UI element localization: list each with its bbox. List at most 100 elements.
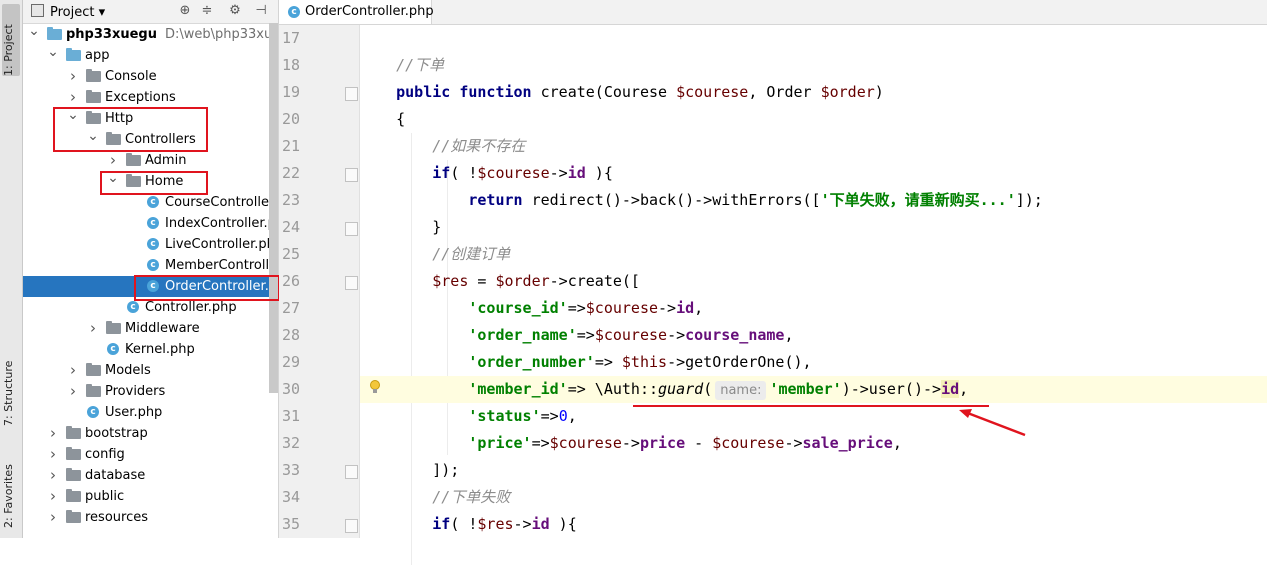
project-tool-tab[interactable]: 1: Project	[2, 4, 20, 76]
line-number: 19	[281, 83, 300, 101]
tree-item[interactable]: › config	[23, 444, 278, 465]
tree-item[interactable]: c CourseController.php	[23, 192, 278, 213]
code-line[interactable]: ]);	[360, 457, 1267, 484]
tree-item[interactable]: › public	[23, 486, 278, 507]
chevron-right-icon[interactable]: ›	[67, 381, 79, 401]
locate-icon[interactable]: ⊕	[177, 2, 193, 20]
tree-item[interactable]: › Middleware	[23, 318, 278, 339]
chevron-right-icon[interactable]: ›	[87, 318, 99, 338]
tree-item[interactable]: › Providers	[23, 381, 278, 402]
tree-item[interactable]: › resources	[23, 507, 278, 528]
code-line[interactable]: 'member_id'=> \Auth::guard(name:'member'…	[360, 376, 1267, 403]
code-token: if	[432, 515, 451, 533]
tree-item[interactable]: c IndexController.php	[23, 213, 278, 234]
tree-item[interactable]: › bootstrap	[23, 423, 278, 444]
folder-icon	[106, 321, 121, 334]
lightbulb-icon[interactable]	[369, 380, 381, 394]
code-line[interactable]: {	[360, 106, 1267, 133]
code-token: 'course_id'	[468, 299, 568, 317]
line-number: 28	[281, 326, 300, 344]
line-number: 31	[281, 407, 300, 425]
code-line[interactable]: if( !$courese->id ){	[360, 160, 1267, 187]
tree-item-label: app	[85, 48, 110, 63]
code-token: //下单失败	[432, 488, 511, 506]
code-line[interactable]: 'order_number'=> $this->getOrderOne(),	[360, 349, 1267, 376]
tree-item-label: Providers	[105, 384, 166, 399]
code-token: id	[567, 164, 586, 182]
fold-marker-icon[interactable]	[345, 276, 358, 290]
chevron-right-icon[interactable]: ›	[107, 150, 119, 170]
annotation-box-home	[100, 171, 208, 195]
line-number: 23	[281, 191, 300, 209]
code-editor[interactable]: //下单 public function create(Courese $cou…	[360, 25, 1267, 565]
tree-item-label: public	[85, 489, 125, 504]
tree-item[interactable]: c Kernel.php	[23, 339, 278, 360]
code-line[interactable]: //下单失败	[360, 484, 1267, 511]
code-line[interactable]: 'price'=>$courese->price - $courese->sal…	[360, 430, 1267, 457]
project-path: D:\web\php33xuegu	[164, 27, 278, 42]
tree-item[interactable]: › Admin	[23, 150, 278, 171]
code-line[interactable]: //如果不存在	[360, 133, 1267, 160]
code-line[interactable]: 'order_name'=>$courese->course_name,	[360, 322, 1267, 349]
line-number: 18	[281, 56, 300, 74]
tree-item[interactable]: › database	[23, 465, 278, 486]
tree-item-label: database	[85, 468, 146, 483]
chevron-right-icon[interactable]: ›	[67, 360, 79, 380]
code-line[interactable]: return redirect()->back()->withErrors(['…	[360, 187, 1267, 214]
project-view-selector[interactable]: Project ▾	[31, 4, 105, 20]
favorites-tool-tab[interactable]: 2: Favorites	[2, 458, 20, 528]
chevron-right-icon[interactable]: ›	[67, 87, 79, 107]
chevron-right-icon[interactable]: ›	[47, 486, 59, 506]
hide-panel-icon[interactable]: ⊣	[253, 2, 269, 20]
editor-tab-bar: c OrderController.php	[279, 0, 1267, 25]
chevron-right-icon[interactable]: ›	[47, 507, 59, 527]
annotation-arrow	[959, 409, 1026, 437]
tree-item[interactable]: › Console	[23, 66, 278, 87]
tab-ordercontroller[interactable]: c OrderController.php	[279, 0, 434, 24]
code-token: 'price'	[468, 434, 532, 452]
code-token: 'order_name'	[468, 326, 577, 344]
tree-item[interactable]: › Exceptions	[23, 87, 278, 108]
chevron-right-icon[interactable]: ›	[67, 66, 79, 86]
code-token: $courese	[549, 434, 622, 452]
line-number: 17	[281, 29, 300, 47]
chevron-right-icon[interactable]: ›	[47, 423, 59, 443]
code-line[interactable]: 'course_id'=>$courese->id,	[360, 295, 1267, 322]
code-token: $res	[477, 515, 514, 533]
collapse-all-icon[interactable]: ≑	[199, 2, 215, 20]
fold-marker-icon[interactable]	[345, 222, 358, 236]
php-class-icon: c	[147, 259, 159, 271]
tree-item-label: MemberController.php	[165, 258, 278, 273]
code-line[interactable]: $res = $order->create([	[360, 268, 1267, 295]
code-line[interactable]: //创建订单	[360, 241, 1267, 268]
tree-item-label: Models	[105, 363, 151, 378]
code-token: price	[639, 434, 686, 452]
chevron-down-icon[interactable]: ⌄	[28, 24, 40, 38]
chevron-right-icon[interactable]: ›	[47, 444, 59, 464]
code-line[interactable]: //下单	[360, 52, 1267, 79]
tree-item[interactable]: c User.php	[23, 402, 278, 423]
line-number: 30	[281, 380, 300, 398]
code-line[interactable]: if( !$res->id ){	[360, 511, 1267, 538]
chevron-right-icon[interactable]: ›	[47, 465, 59, 485]
code-line[interactable]: public function create(Courese $courese,…	[360, 79, 1267, 106]
chevron-down-icon[interactable]: ⌄	[47, 45, 59, 59]
fold-marker-icon[interactable]	[345, 465, 358, 479]
fold-marker-icon[interactable]	[345, 87, 358, 101]
tree-item[interactable]: ⌄ app	[23, 45, 278, 66]
tree-item[interactable]: › Models	[23, 360, 278, 381]
tree-item[interactable]: ⌄ php33xueguD:\web\php33xuegu	[23, 24, 278, 45]
tree-item-label: IndexController.php	[165, 216, 278, 231]
fold-marker-icon[interactable]	[345, 519, 358, 533]
code-line[interactable]	[360, 25, 1267, 52]
structure-tool-tab[interactable]: 7: Structure	[2, 360, 20, 426]
tree-item[interactable]: c LiveController.php	[23, 234, 278, 255]
tree-item-label: config	[85, 447, 125, 462]
code-line[interactable]: }	[360, 214, 1267, 241]
fold-marker-icon[interactable]	[345, 168, 358, 182]
gear-icon[interactable]: ⚙	[227, 2, 243, 20]
tree-item[interactable]: c MemberController.php	[23, 255, 278, 276]
folder-icon	[86, 90, 101, 103]
code-line[interactable]: 'status'=>0,	[360, 403, 1267, 430]
editor-gutter: 17 18 19 20 21 22 23 24 25 26 27 28 29 30 31 32 33 34 35	[279, 25, 360, 538]
